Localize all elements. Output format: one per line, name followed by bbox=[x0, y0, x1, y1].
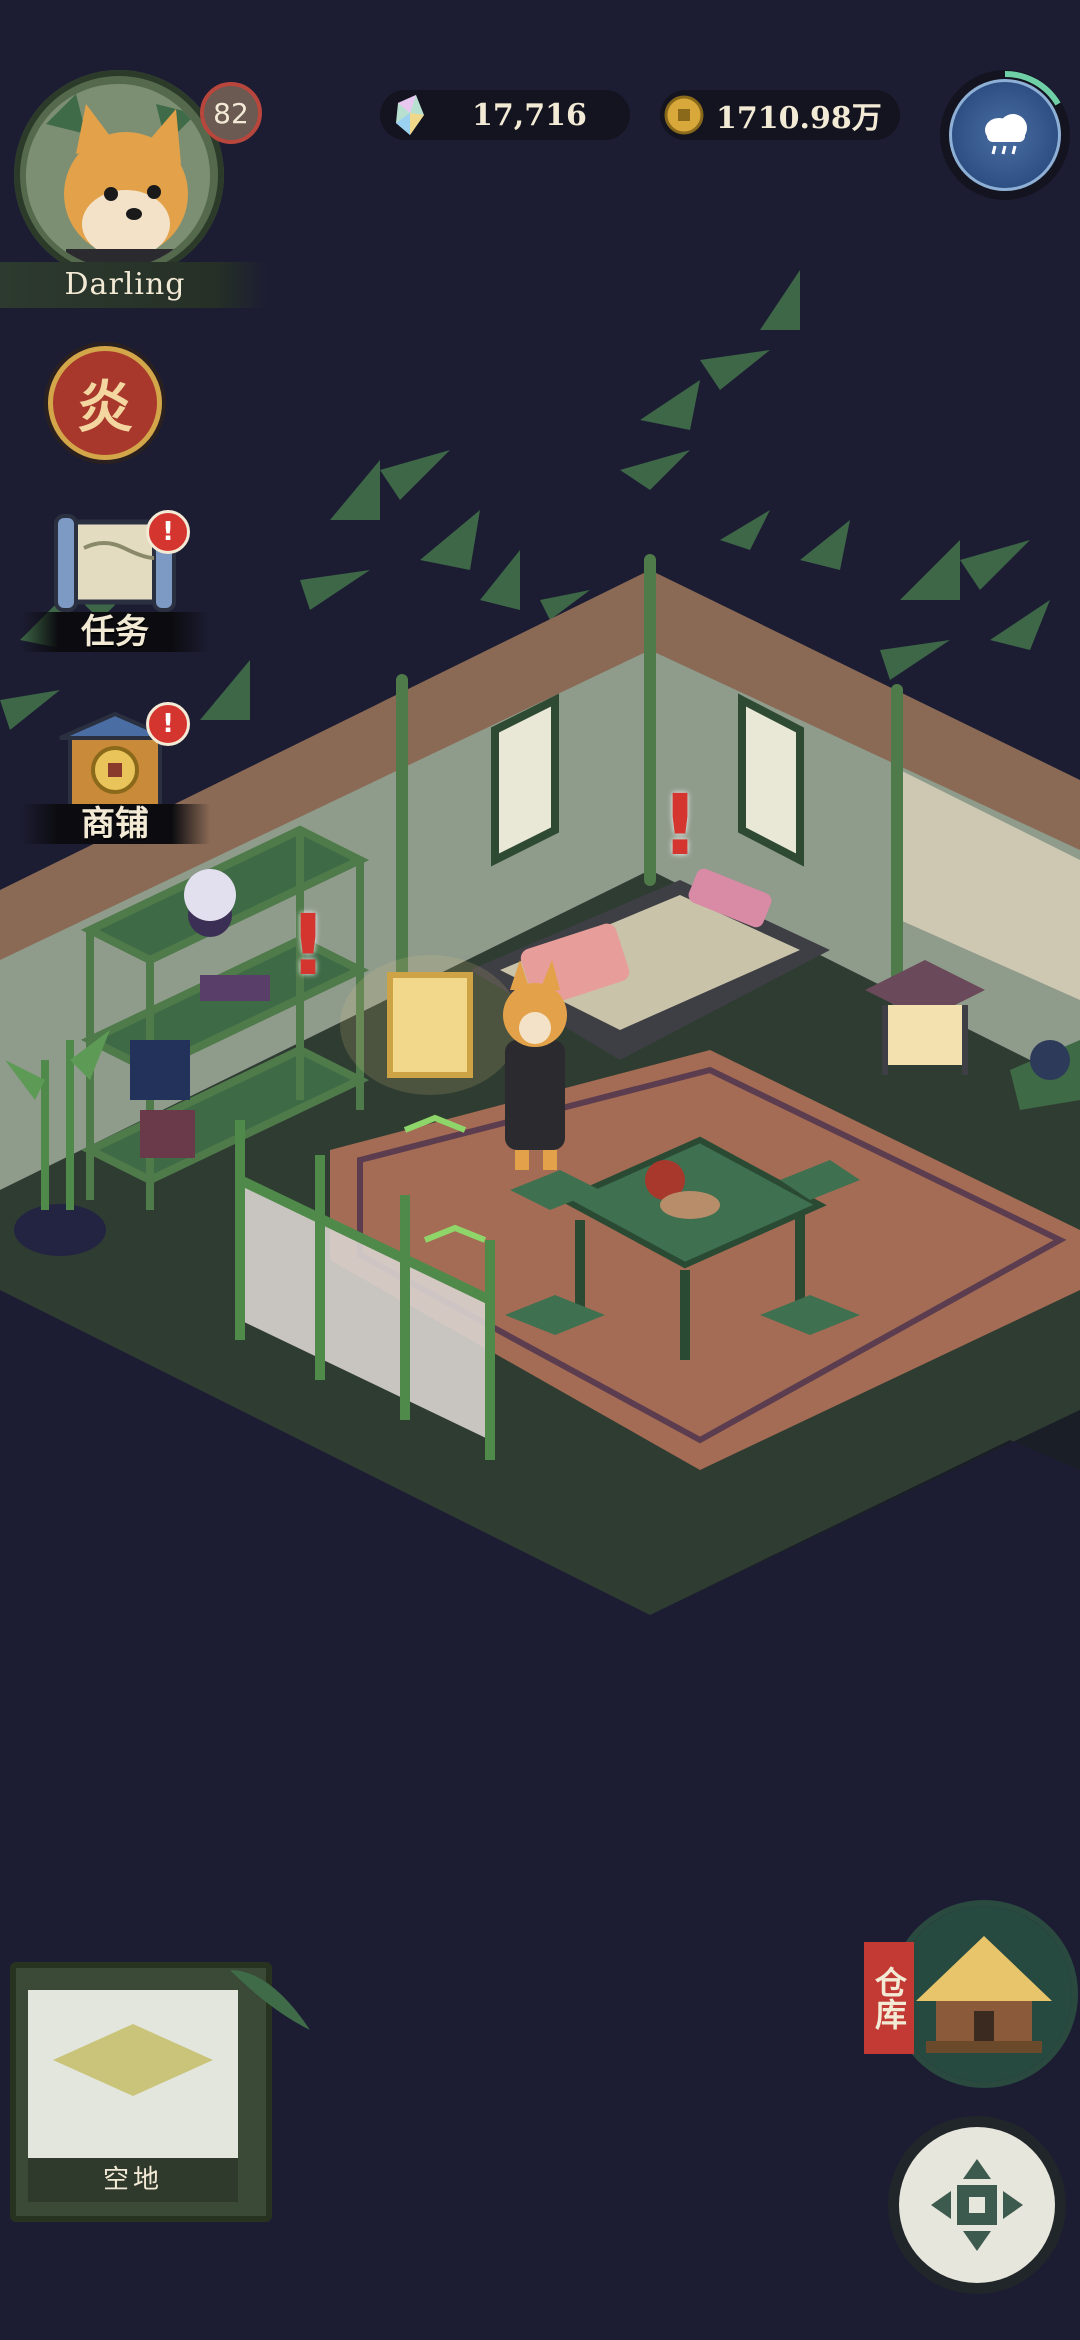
scene-alert-bed[interactable]: ! bbox=[660, 780, 700, 870]
tasks-button[interactable]: 任务 ! bbox=[20, 508, 210, 658]
move-dial bbox=[899, 2127, 1055, 2283]
tasks-label: 任务 bbox=[81, 612, 149, 652]
warehouse-label: 仓库 bbox=[864, 1942, 914, 2054]
paper-lantern bbox=[340, 955, 520, 1095]
empty-land-tile-icon bbox=[53, 2024, 213, 2096]
gem-amount: 17,716 bbox=[472, 97, 587, 133]
coin-icon bbox=[664, 95, 704, 135]
warehouse-button[interactable] bbox=[890, 1900, 1078, 2088]
coin-counter[interactable]: 1710.98万 bbox=[660, 90, 900, 140]
window-right bbox=[738, 693, 804, 867]
weather-progress-arc bbox=[1004, 70, 1061, 106]
move-arrows-icon bbox=[931, 2159, 1023, 2251]
shop-alert-badge: ! bbox=[146, 702, 190, 746]
tile-slot-label: 空地 bbox=[28, 2158, 238, 2202]
shop-label: 商铺 bbox=[81, 804, 149, 844]
window-left bbox=[491, 693, 559, 867]
fire-glyph: 炎 bbox=[48, 346, 162, 460]
shop-button[interactable]: 商铺 ! bbox=[20, 700, 210, 850]
player-name: Darling bbox=[64, 267, 186, 302]
tasks-alert-badge: ! bbox=[146, 510, 190, 554]
scene-alert-shelf[interactable]: ! bbox=[288, 900, 328, 990]
move-mode-button[interactable] bbox=[888, 2116, 1066, 2294]
thatched-hut-icon bbox=[896, 1906, 1072, 2082]
avatar[interactable] bbox=[26, 84, 210, 268]
shiba-avatar-icon bbox=[26, 84, 210, 268]
gem-icon bbox=[390, 93, 430, 137]
coin-amount: 1710.98万 bbox=[716, 101, 882, 136]
gem-counter[interactable]: 17,716 bbox=[380, 90, 630, 140]
level-badge: 82 bbox=[200, 82, 262, 144]
element-fire-button[interactable]: 炎 bbox=[44, 342, 166, 464]
leaf-decoration-icon bbox=[230, 1970, 310, 2030]
